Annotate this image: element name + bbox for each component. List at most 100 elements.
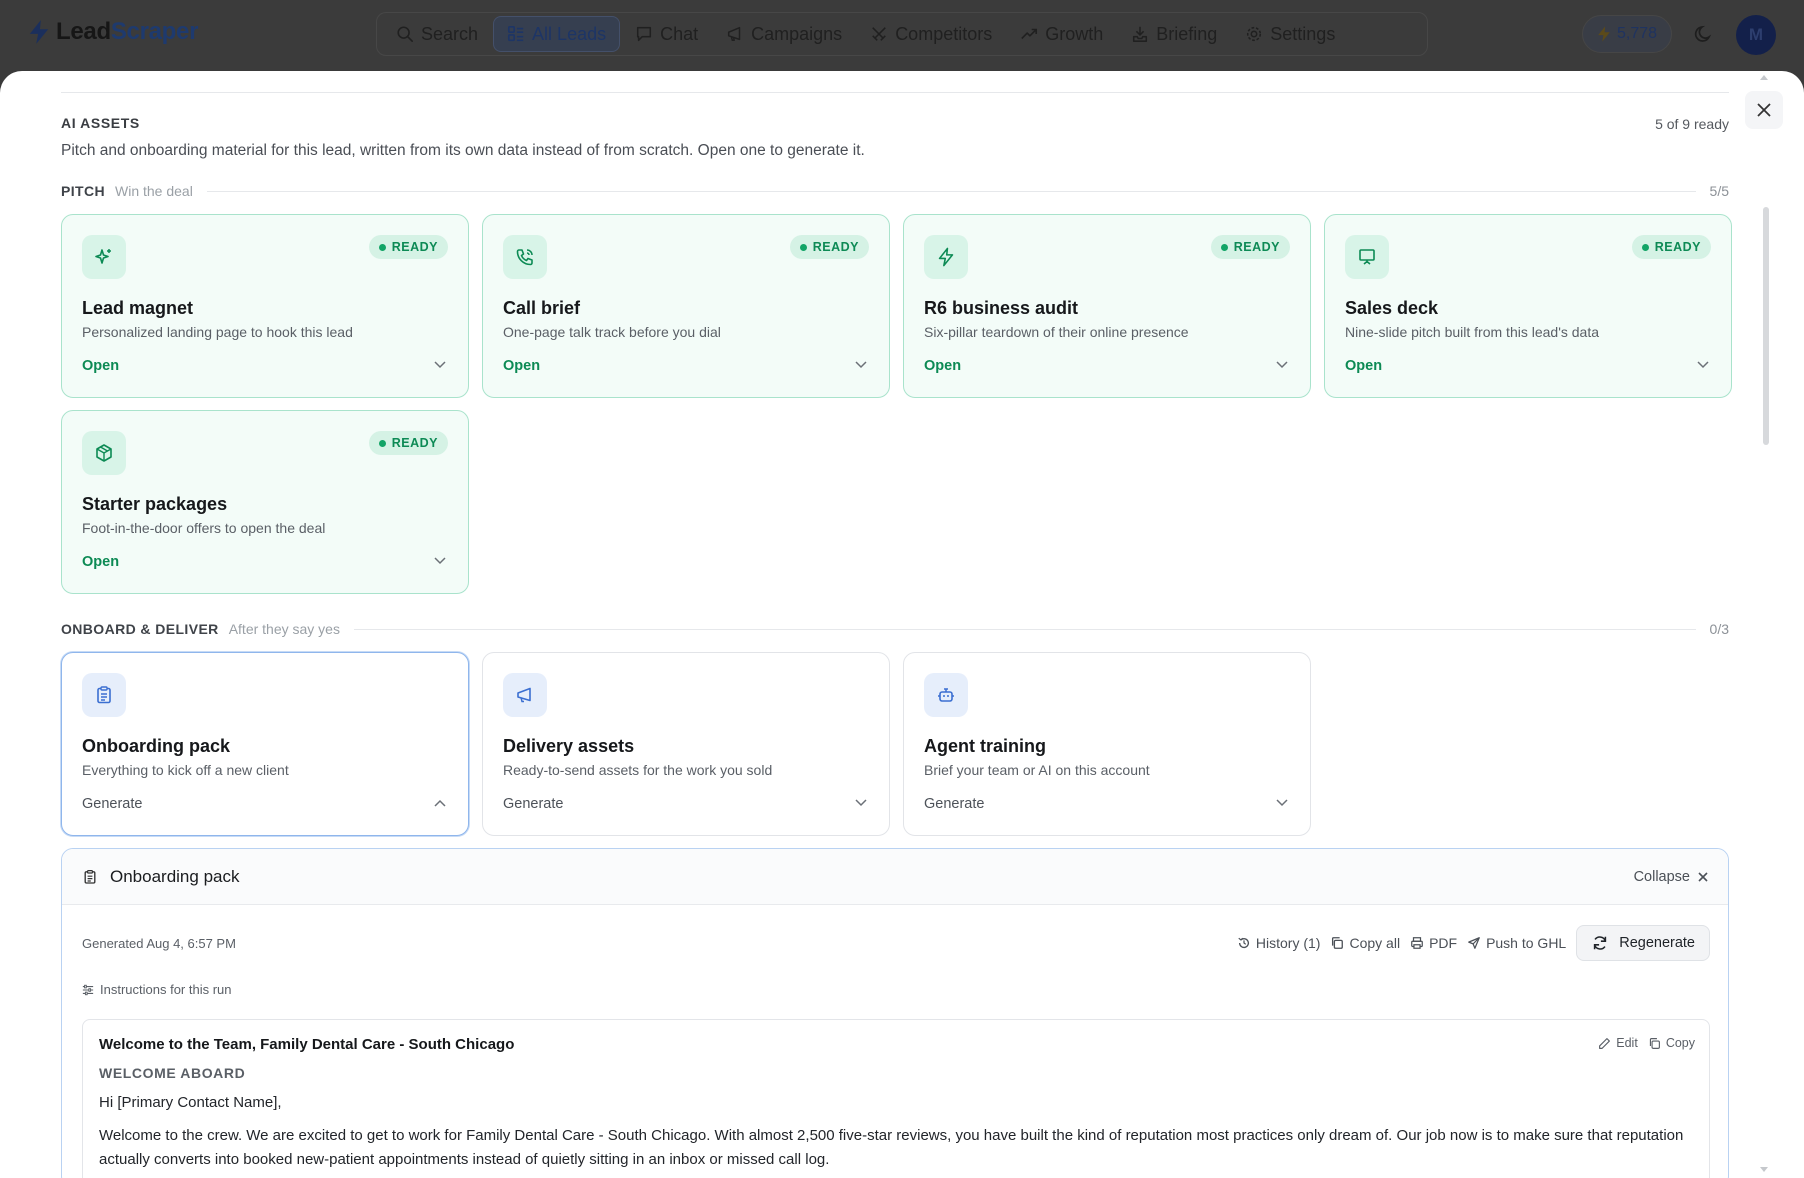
nav-all-leads-label: All Leads: [532, 23, 607, 44]
card-subtitle: Six-pillar teardown of their online pres…: [924, 324, 1189, 340]
nav-growth[interactable]: Growth: [1007, 16, 1116, 52]
bolt-icon: [1598, 26, 1610, 42]
edit-button[interactable]: Edit: [1598, 1036, 1638, 1050]
open-button[interactable]: Open: [82, 554, 119, 570]
copy-icon: [1649, 1037, 1660, 1049]
clipboard-icon: [84, 869, 96, 884]
copy-label: Copy: [1665, 1036, 1695, 1050]
nav-all-leads[interactable]: All Leads: [493, 16, 621, 52]
avatar[interactable]: M: [1736, 15, 1776, 55]
clipboard-icon: [82, 673, 126, 717]
scroll-up-arrow[interactable]: [1760, 75, 1768, 80]
nav-campaigns[interactable]: Campaigns: [713, 16, 855, 52]
card-subtitle: One-page talk track before you dial: [503, 324, 721, 340]
instructions-toggle[interactable]: Instructions for this run: [82, 982, 232, 997]
printer-icon: [1411, 937, 1423, 949]
asset-card-lead-magnet[interactable]: READY Lead magnet Personalized landing p…: [61, 214, 469, 398]
generate-button[interactable]: Generate: [924, 796, 984, 812]
edit-label: Edit: [1616, 1036, 1638, 1050]
generated-timestamp: Generated Aug 4, 6:57 PM: [82, 935, 236, 951]
asset-card-agent-training[interactable]: Agent training Brief your team or AI on …: [903, 652, 1311, 836]
card-title: Starter packages: [82, 494, 228, 514]
status-badge: READY: [1631, 235, 1711, 259]
pdf-button[interactable]: PDF: [1410, 935, 1457, 951]
credits-badge[interactable]: 5,778: [1582, 15, 1673, 53]
onboarding-pack-panel: Onboarding pack Collapse Generated Aug 4…: [61, 848, 1729, 1178]
pencil-icon: [1599, 1037, 1611, 1049]
asset-card-delivery-assets[interactable]: Delivery assets Ready-to-send assets for…: [482, 652, 890, 836]
close-modal-button[interactable]: [1745, 91, 1783, 129]
chevron-down-icon[interactable]: [1276, 361, 1288, 369]
ai-assets-title: AI ASSETS: [61, 115, 140, 131]
nav-competitors[interactable]: Competitors: [857, 16, 1005, 52]
panel-toolbar: History (1) Copy all PDF Push to GHL Reg…: [1237, 925, 1710, 961]
push-to-ghl-button[interactable]: Push to GHL: [1467, 935, 1566, 951]
swords-icon: [872, 27, 887, 41]
copy-icon: [1332, 937, 1344, 949]
pitch-group-header: PITCH Win the deal 5/5: [61, 181, 1729, 201]
scrollbar-thumb[interactable]: [1763, 207, 1769, 445]
briefing-icon: [1133, 26, 1148, 42]
chevron-up-icon[interactable]: [434, 799, 446, 807]
brand-logo[interactable]: LeadScraper: [28, 18, 198, 46]
brand-lead-text: Lead: [56, 18, 111, 45]
theme-toggle-button[interactable]: [1686, 16, 1722, 52]
ready-count: 5 of 9 ready: [1655, 116, 1729, 132]
divider: [353, 628, 1696, 630]
nav-settings[interactable]: Settings: [1232, 16, 1348, 52]
collapse-label: Collapse: [1633, 868, 1690, 885]
chevron-down-icon[interactable]: [855, 361, 867, 369]
card-subtitle: Everything to kick off a new client: [82, 762, 289, 778]
chevron-down-icon[interactable]: [855, 799, 867, 807]
pitch-count: 5/5: [1709, 183, 1729, 199]
asset-card-onboarding-pack[interactable]: Onboarding pack Everything to kick off a…: [61, 652, 469, 836]
copy-all-label: Copy all: [1349, 935, 1401, 951]
collapse-button[interactable]: Collapse: [1634, 869, 1708, 885]
copy-all-button[interactable]: Copy all: [1330, 935, 1400, 951]
nav-chat[interactable]: Chat: [622, 16, 711, 52]
bolt-logo-icon: [29, 20, 49, 44]
nav-search[interactable]: Search: [383, 16, 491, 52]
divider: [61, 92, 1729, 93]
status-badge-label: READY: [1233, 240, 1280, 254]
nav-search-label: Search: [421, 23, 479, 44]
chevron-down-icon[interactable]: [434, 361, 446, 369]
close-icon: [1698, 871, 1708, 882]
open-button[interactable]: Open: [1345, 358, 1382, 374]
nav-campaigns-label: Campaigns: [751, 23, 843, 44]
document-greeting: Hi [Primary Contact Name],: [99, 1094, 282, 1111]
card-subtitle: Ready-to-send assets for the work you so…: [503, 762, 773, 778]
chevron-down-icon[interactable]: [434, 557, 446, 565]
chevron-down-icon[interactable]: [1697, 361, 1709, 369]
generate-button[interactable]: Generate: [503, 796, 563, 812]
document-actions: Edit Copy: [1598, 1036, 1695, 1050]
asset-card-call-brief[interactable]: READY Call brief One-page talk track bef…: [482, 214, 890, 398]
open-button[interactable]: Open: [82, 358, 119, 374]
main-nav: Search All Leads Chat Campaigns Competit…: [376, 12, 1428, 56]
card-title: Sales deck: [1345, 298, 1439, 318]
moon-icon: [1694, 25, 1712, 42]
open-button[interactable]: Open: [503, 358, 540, 374]
close-icon: [1757, 103, 1771, 117]
push-to-ghl-label: Push to GHL: [1486, 935, 1567, 951]
document-title: Welcome to the Team, Family Dental Care …: [99, 1036, 515, 1053]
megaphone-icon: [503, 673, 547, 717]
presentation-icon: [1345, 235, 1389, 279]
asset-card-starter-packages[interactable]: READY Starter packages Foot-in-the-door …: [61, 410, 469, 594]
nav-briefing[interactable]: Briefing: [1118, 16, 1230, 52]
regenerate-button[interactable]: Regenerate: [1576, 925, 1710, 961]
onboard-sub: After they say yes: [228, 621, 340, 637]
chevron-down-icon[interactable]: [1276, 799, 1288, 807]
ai-assets-description: Pitch and onboarding material for this l…: [61, 142, 865, 159]
open-button[interactable]: Open: [924, 358, 961, 374]
history-label: History (1): [1255, 935, 1321, 951]
grid-icon: [508, 25, 524, 42]
copy-button[interactable]: Copy: [1648, 1036, 1695, 1050]
generate-button[interactable]: Generate: [82, 796, 142, 812]
scroll-down-arrow[interactable]: [1760, 1167, 1768, 1172]
asset-card-sales-deck[interactable]: READY Sales deck Nine-slide pitch built …: [1324, 214, 1732, 398]
nav-chat-label: Chat: [660, 23, 699, 44]
bolt-icon: [924, 235, 968, 279]
history-button[interactable]: History (1): [1237, 935, 1321, 951]
asset-card-r6-business-audit[interactable]: READY R6 business audit Six-pillar teard…: [903, 214, 1311, 398]
